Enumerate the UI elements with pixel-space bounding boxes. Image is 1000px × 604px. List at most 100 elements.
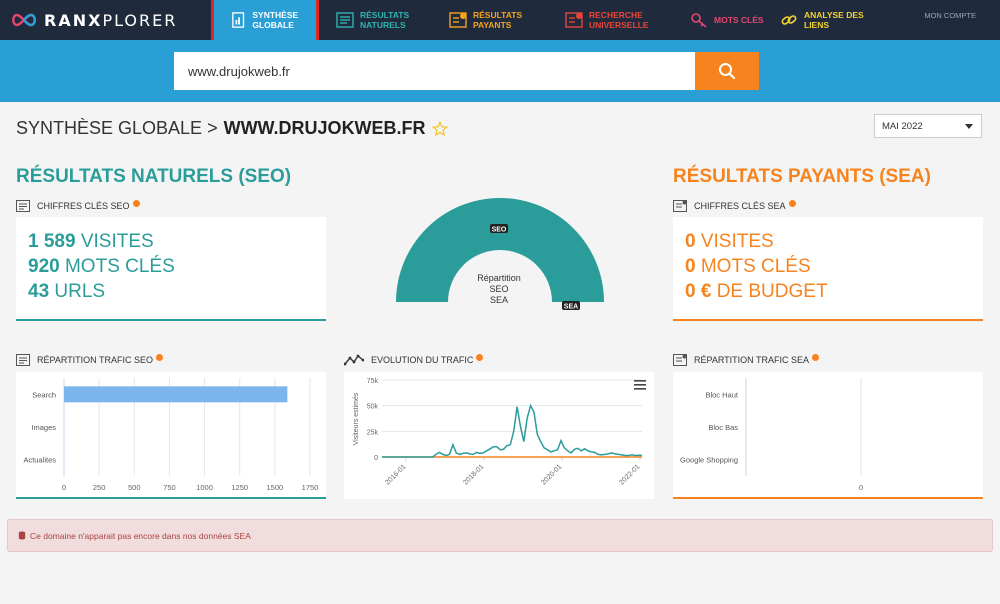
sea-kpi-title: CHIFFRES CLÉS SEA bbox=[694, 201, 786, 211]
y-tick-label: Images bbox=[31, 423, 56, 432]
evolution-card: 0 25k 50k 75k Visiteurs estimés 2016-01 2018-0… bbox=[344, 372, 654, 499]
hamburger-menu-icon[interactable] bbox=[634, 380, 646, 390]
search-icon bbox=[719, 63, 736, 80]
seo-kpi-header: CHIFFRES CLÉS SEO bbox=[16, 199, 140, 212]
star-icon[interactable] bbox=[431, 120, 448, 137]
nav-label: RÉSULTATS NATURELS bbox=[360, 10, 410, 30]
info-icon[interactable] bbox=[132, 199, 140, 207]
sea-traffic-bar-chart: 0 Bloc Haut Bloc Bas Google Shopping bbox=[680, 378, 863, 492]
seo-section-title: RÉSULTATS NATURELS (SEO) bbox=[16, 166, 292, 187]
nav-recherche-universelle[interactable]: RECHERCHE UNIVERSELLE bbox=[565, 0, 659, 40]
month-select[interactable]: MAI 2022 bbox=[874, 114, 982, 138]
y-tick-label: 0 bbox=[374, 455, 378, 462]
infinity-logo-icon bbox=[12, 13, 36, 27]
donut-center-label: SEO bbox=[489, 284, 508, 294]
sea-kpi-keywords: 0 MOTS CLÉS bbox=[685, 256, 811, 277]
x-tick-label: 1000 bbox=[196, 483, 213, 492]
x-tick-label: 250 bbox=[93, 483, 106, 492]
y-tick-label: 75k bbox=[367, 378, 379, 385]
nav-label: MOTS CLÉS bbox=[714, 15, 764, 25]
list-icon bbox=[16, 200, 30, 212]
nav-label: ANALYSE DES LIENS bbox=[804, 10, 864, 30]
page-title-prefix: SYNTHÈSE GLOBALE > bbox=[16, 118, 218, 138]
nav-mots-cles[interactable]: MOTS CLÉS bbox=[690, 0, 784, 40]
seo-kpi-visits: 1 589 VISITES bbox=[28, 231, 154, 252]
y-tick-label: Bloc Haut bbox=[705, 390, 738, 399]
y-tick-label: 50k bbox=[367, 404, 379, 411]
seo-traffic-bar-chart: 0 250 500 750 1000 1250 1500 1750 Search Images Ac… bbox=[23, 378, 319, 492]
account-menu[interactable]: MON COMPTE bbox=[924, 11, 976, 20]
x-tick-label: 2016-01 bbox=[384, 463, 407, 486]
nav-resultats-naturels[interactable]: RÉSULTATS NATURELS bbox=[336, 0, 430, 40]
sea-section-title: RÉSULTATS PAYANTS (SEA) bbox=[673, 166, 931, 187]
seo-sea-donut-chart: SEOSEARépartitionSEOSEA bbox=[396, 198, 604, 311]
sea-traffic-title: RÉPARTITION TRAFIC SEA bbox=[694, 355, 810, 365]
search-input[interactable] bbox=[174, 52, 695, 90]
info-icon[interactable] bbox=[156, 353, 164, 361]
x-tick-label: 0 bbox=[62, 483, 66, 492]
seo-traffic-card: 0 250 500 750 1000 1250 1500 1750 Search Images Ac… bbox=[16, 372, 326, 499]
logo-text: RANXPLORER bbox=[44, 10, 178, 30]
seo-kpi-title: CHIFFRES CLÉS SEO bbox=[37, 201, 130, 211]
donut-center-label: SEA bbox=[490, 295, 508, 305]
x-tick-label: 2018-01 bbox=[462, 463, 485, 486]
chevron-down-icon bbox=[965, 124, 973, 129]
page-title: SYNTHÈSE GLOBALE > WWW.DRUJOKWEB.FR bbox=[16, 118, 448, 139]
nav-synthese-globale[interactable]: SYNTHÈSE GLOBALE bbox=[211, 0, 319, 43]
key-icon bbox=[691, 13, 707, 28]
nav-resultats-payants[interactable]: RÉSULTATS PAYANTS bbox=[449, 0, 543, 40]
donut-label-seo: SEO bbox=[492, 227, 507, 234]
nav-label: RÉSULTATS PAYANTS bbox=[473, 10, 523, 30]
x-tick-label: 1750 bbox=[302, 483, 319, 492]
universal-list-icon bbox=[565, 12, 583, 28]
bar-search bbox=[64, 386, 288, 403]
seo-traffic-title: RÉPARTITION TRAFIC SEO bbox=[37, 355, 154, 365]
info-icon[interactable] bbox=[812, 353, 820, 361]
sea-alert: Ce domaine n'apparait pas encore dans no… bbox=[7, 519, 993, 552]
y-axis-label: Visiteurs estimés bbox=[353, 392, 360, 445]
sea-traffic-header: RÉPARTITION TRAFIC SEA bbox=[673, 353, 820, 366]
y-tick-label: Google Shopping bbox=[680, 456, 738, 465]
database-icon bbox=[18, 531, 26, 540]
euro-list-icon bbox=[449, 12, 467, 28]
sea-alert-text: Ce domaine n'apparait pas encore dans no… bbox=[30, 530, 251, 541]
search-button[interactable] bbox=[695, 52, 759, 90]
x-tick-label: 2020-01 bbox=[540, 463, 563, 486]
info-icon[interactable] bbox=[476, 353, 484, 361]
x-tick-label: 0 bbox=[859, 483, 863, 492]
seo-traffic-header: RÉPARTITION TRAFIC SEO bbox=[16, 353, 164, 366]
euro-list-icon bbox=[673, 354, 687, 366]
y-tick-label: Bloc Bas bbox=[708, 423, 738, 432]
x-tick-label: 1250 bbox=[231, 483, 248, 492]
nav-label: RECHERCHE UNIVERSELLE bbox=[589, 10, 649, 30]
search-band bbox=[0, 40, 1000, 102]
seo-kpi-card: 1 589 VISITES 920 MOTS CLÉS 43 URLS bbox=[16, 217, 326, 321]
x-tick-label: 750 bbox=[163, 483, 176, 492]
evolution-title: EVOLUTION DU TRAFIC bbox=[371, 355, 474, 365]
sea-kpi-visits: 0 VISITES bbox=[685, 231, 774, 252]
document-chart-icon bbox=[232, 12, 245, 28]
sea-kpi-card: 0 VISITES 0 MOTS CLÉS 0 € DE BUDGET bbox=[673, 217, 983, 321]
logo[interactable]: RANXPLORER bbox=[10, 10, 177, 30]
page-title-domain: WWW.DRUJOKWEB.FR bbox=[223, 118, 426, 138]
sea-kpi-header: CHIFFRES CLÉS SEA bbox=[673, 199, 796, 212]
donut-center-label: Répartition bbox=[477, 273, 521, 283]
month-select-value: MAI 2022 bbox=[882, 120, 923, 132]
sea-traffic-card: 0 Bloc Haut Bloc Bas Google Shopping bbox=[673, 372, 983, 499]
x-tick-label: 2022-01 bbox=[618, 463, 641, 486]
info-icon[interactable] bbox=[788, 199, 796, 207]
link-icon bbox=[781, 15, 797, 25]
list-icon bbox=[336, 12, 354, 28]
evolution-header: EVOLUTION DU TRAFIC bbox=[344, 353, 484, 366]
x-tick-label: 1500 bbox=[267, 483, 284, 492]
top-navbar: RANXPLORER SYNTHÈSE GLOBALE RÉSULTATS NA… bbox=[0, 0, 1000, 43]
list-icon bbox=[16, 354, 30, 366]
nav-analyse-des-liens[interactable]: ANALYSE DES LIENS bbox=[780, 0, 874, 40]
evolution-line-chart: 0 25k 50k 75k Visiteurs estimés 2016-01 2018-0… bbox=[353, 378, 643, 487]
seo-kpi-urls: 43 URLS bbox=[28, 281, 106, 302]
y-tick-label: Actualites bbox=[23, 456, 56, 465]
donut-label-sea: SEA bbox=[564, 304, 578, 311]
seo-kpi-keywords: 920 MOTS CLÉS bbox=[28, 256, 175, 277]
line-chart-icon bbox=[344, 354, 364, 366]
nav-label: SYNTHÈSE GLOBALE bbox=[252, 10, 299, 30]
